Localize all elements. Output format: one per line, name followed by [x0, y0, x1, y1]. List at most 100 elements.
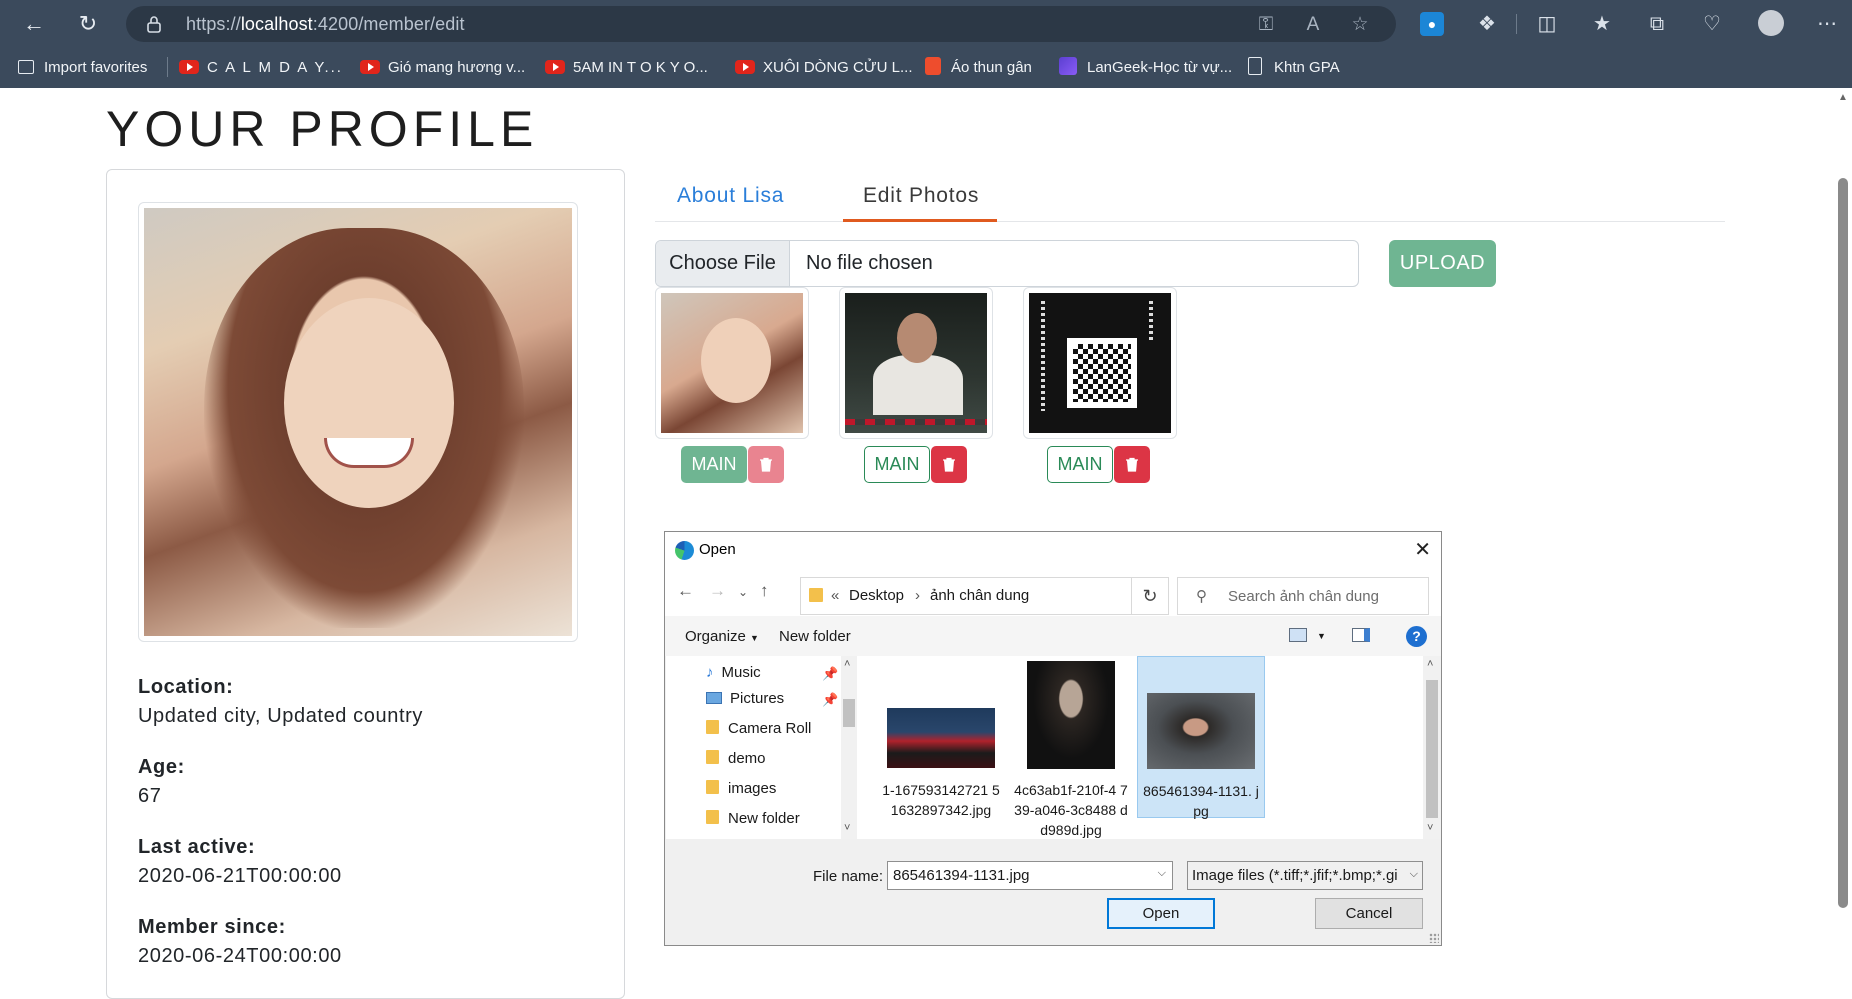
delete-photo-button[interactable]: [748, 446, 784, 483]
browser-essentials-icon[interactable]: ♡: [1700, 12, 1724, 36]
forward-arrow-icon[interactable]: →: [709, 581, 726, 601]
search-box[interactable]: ⚲ Search ảnh chân dung: [1177, 577, 1429, 615]
bookmark-gio-mang-huong[interactable]: Gió mang hương v...: [360, 57, 525, 79]
extensions-icon[interactable]: ❖: [1475, 12, 1499, 36]
up-arrow-icon[interactable]: ↑: [760, 581, 769, 601]
tab-edit-photos[interactable]: Edit Photos: [863, 184, 979, 208]
chevron-down-icon[interactable]: ⌵: [1158, 867, 1166, 880]
refresh-icon[interactable]: ↻: [72, 8, 104, 40]
page-scrollbar[interactable]: ▲: [1834, 88, 1852, 989]
bookmark-5am-in-tokyo[interactable]: 5AM IN T O K Y O...: [545, 57, 708, 79]
scroll-up-icon[interactable]: ˄: [1427, 658, 1433, 670]
bookmarks-divider: [167, 57, 168, 77]
profile-tabs: About Lisa Edit Photos: [655, 172, 1725, 222]
files-scrollbar[interactable]: ˄ ˅: [1423, 656, 1441, 839]
delete-photo-button[interactable]: [1114, 446, 1150, 483]
file-name-input[interactable]: 865461394-1131.jpg ⌵: [887, 861, 1173, 890]
bookmark-xuoi-dong[interactable]: XUÔI DÒNG CỬU L...: [735, 57, 913, 79]
refresh-icon[interactable]: ↻: [1131, 577, 1169, 615]
organize-button[interactable]: Organize ▼: [685, 628, 759, 645]
new-folder-button[interactable]: New folder: [779, 628, 851, 645]
bookmarks-bar: Import favorites C A L M D A Y... Gió ma…: [0, 48, 1852, 86]
tree-item-images[interactable]: images: [706, 780, 776, 797]
set-main-button[interactable]: MAIN: [864, 446, 930, 483]
delete-photo-button[interactable]: [931, 446, 967, 483]
folder-icon: [706, 720, 719, 734]
preview-pane-icon[interactable]: [1352, 628, 1370, 642]
file-item[interactable]: 1-167593142721 51632897342.jpg: [877, 656, 1005, 818]
bookmark-khtn-gpa[interactable]: Khtn GPA: [1248, 57, 1340, 79]
profile-avatar-icon[interactable]: [1758, 10, 1784, 36]
cancel-button[interactable]: Cancel: [1315, 898, 1423, 929]
open-button[interactable]: Open: [1107, 898, 1215, 929]
scroll-down-icon[interactable]: ˅: [1427, 822, 1433, 834]
tree-item-new-folder[interactable]: New folder: [706, 810, 800, 827]
file-list: 1-167593142721 51632897342.jpg 4c63ab1f-…: [857, 656, 1423, 839]
change-view-icon[interactable]: [1289, 628, 1307, 642]
bookmark-label: Gió mang hương v...: [388, 59, 526, 76]
photo-thumbnail: [1023, 287, 1177, 439]
active-tab-indicator: [843, 219, 997, 222]
dialog-titlebar: Open ✕: [665, 532, 1441, 568]
close-icon[interactable]: ✕: [1414, 537, 1431, 562]
main-profile-photo: [138, 202, 578, 642]
file-item-selected[interactable]: 865461394-1131. jpg: [1137, 656, 1265, 819]
file-thumbnail: [1147, 693, 1255, 769]
set-main-button[interactable]: MAIN: [1047, 446, 1113, 483]
back-arrow-icon[interactable]: ←: [677, 581, 694, 601]
breadcrumb-desktop[interactable]: Desktop: [849, 587, 904, 604]
scroll-up-icon[interactable]: ▲: [1838, 92, 1848, 103]
youtube-icon: [179, 60, 199, 74]
folder-icon: [809, 588, 823, 602]
bookmark-ao-thun-gan[interactable]: Áo thun gân: [925, 57, 1032, 79]
file-type-select[interactable]: Image files (*.tiff;*.jfif;*.bmp;*.gi ⌵: [1187, 861, 1423, 890]
favorite-star-icon[interactable]: ☆: [1348, 13, 1372, 37]
bookmark-import-favorites[interactable]: Import favorites: [18, 57, 147, 79]
tree-scrollbar[interactable]: ˄ ˅: [841, 656, 857, 839]
scrollbar-thumb[interactable]: [1426, 680, 1438, 818]
help-icon[interactable]: ?: [1406, 626, 1427, 647]
address-bar[interactable]: https://localhost:4200/member/edit ⚿ A ☆: [126, 6, 1396, 42]
breadcrumb-folder[interactable]: ảnh chân dung: [930, 587, 1029, 604]
browser-chrome: ← ↻ https://localhost:4200/member/edit ⚿…: [0, 0, 1852, 88]
url-text[interactable]: https://localhost:4200/member/edit: [186, 14, 465, 35]
recent-locations-chevron-icon[interactable]: ⌄: [738, 585, 748, 599]
view-options-caret-icon[interactable]: ▼: [1317, 631, 1326, 641]
location-value: Updated city, Updated country: [138, 705, 423, 727]
tree-item-camera-roll[interactable]: Camera Roll: [706, 720, 811, 737]
more-options-icon[interactable]: ⋯: [1815, 12, 1839, 36]
search-icon: ⚲: [1196, 588, 1207, 605]
file-thumbnail: [1027, 661, 1115, 769]
collections-icon[interactable]: ⧉: [1645, 12, 1669, 36]
tab-about[interactable]: About Lisa: [677, 184, 784, 208]
favorites-icon[interactable]: ★: [1590, 12, 1614, 36]
file-input[interactable]: Choose File No file chosen: [655, 240, 1359, 287]
resize-grip[interactable]: [1429, 933, 1439, 943]
upload-button[interactable]: UPLOAD: [1389, 240, 1496, 287]
scrollbar-thumb[interactable]: [1838, 178, 1848, 908]
tree-item-pictures[interactable]: Pictures: [706, 690, 784, 707]
back-icon[interactable]: ←: [18, 8, 50, 40]
choose-file-button[interactable]: Choose File: [656, 241, 790, 286]
password-key-icon[interactable]: ⚿: [1254, 13, 1278, 37]
profile-age: Age: 67: [138, 756, 185, 808]
tree-item-demo[interactable]: demo: [706, 750, 766, 767]
lock-icon[interactable]: [144, 14, 164, 34]
path-breadcrumb[interactable]: « Desktop › ảnh chân dung ⌄: [800, 577, 1164, 615]
scroll-down-icon[interactable]: ˅: [844, 822, 850, 834]
split-screen-icon[interactable]: ◫: [1535, 12, 1559, 36]
set-main-button[interactable]: MAIN: [681, 446, 747, 483]
scroll-up-icon[interactable]: ˄: [844, 658, 850, 670]
no-file-text: No file chosen: [806, 252, 933, 274]
scrollbar-thumb[interactable]: [843, 699, 855, 727]
folder-icon: [706, 750, 719, 764]
file-item[interactable]: 4c63ab1f-210f-4 739-a046-3c8488 dd989d.j…: [1007, 656, 1135, 838]
bookmark-calm-day[interactable]: C A L M D A Y...: [179, 57, 343, 79]
profile-member-since: Member since: 2020-06-24T00:00:00: [138, 916, 342, 968]
bookmark-langeek[interactable]: LanGeek-Học từ vự...: [1059, 57, 1232, 79]
chevron-down-icon[interactable]: ⌵: [1406, 868, 1418, 881]
file-name-value: 865461394-1131.jpg: [893, 867, 1030, 884]
read-aloud-icon[interactable]: A: [1301, 13, 1325, 37]
tree-item-music[interactable]: ♪ Music: [706, 664, 761, 681]
extension-drop-icon[interactable]: ●: [1420, 12, 1444, 36]
